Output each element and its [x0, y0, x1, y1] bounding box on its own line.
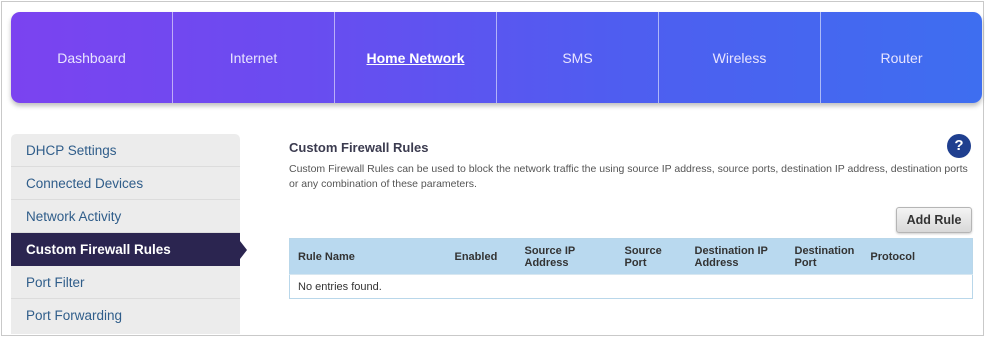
column-header-destination-ip-address: Destination IP Address — [694, 244, 768, 269]
table-row: No entries found. — [289, 274, 973, 299]
page-description: Custom Firewall Rules can be used to blo… — [289, 163, 968, 190]
top-navigation: Dashboard Internet Home Network SMS Wire… — [11, 12, 982, 103]
page-title: Custom Firewall Rules — [289, 140, 429, 155]
column-header-source-port: Source Port — [624, 244, 662, 269]
nav-tab-internet[interactable]: Internet — [173, 12, 335, 103]
column-header-protocol: Protocol — [870, 250, 916, 263]
nav-tab-wireless[interactable]: Wireless — [659, 12, 821, 103]
nav-tab-home-network[interactable]: Home Network — [335, 12, 497, 103]
empty-table-message: No entries found. — [289, 274, 973, 299]
sidebar-item-connected-devices[interactable]: Connected Devices — [11, 167, 240, 200]
sidebar-item-custom-firewall-rules[interactable]: Custom Firewall Rules — [11, 233, 247, 266]
sidebar-item-dhcp-settings[interactable]: DHCP Settings — [11, 134, 240, 167]
column-header-source-ip-address: Source IP Address — [524, 244, 576, 269]
table-header-row: Rule Name Enabled Source IP Address Sour… — [289, 238, 973, 275]
nav-tab-sms[interactable]: SMS — [497, 12, 659, 103]
firewall-rules-table: Rule Name Enabled Source IP Address Sour… — [289, 238, 973, 299]
add-rule-button[interactable]: Add Rule — [896, 207, 972, 233]
nav-tab-router[interactable]: Router — [821, 12, 982, 103]
router-admin-panel: Dashboard Internet Home Network SMS Wire… — [1, 1, 984, 336]
column-header-enabled: Enabled — [454, 250, 498, 263]
column-header-rule-name: Rule Name — [298, 250, 355, 263]
sidebar-item-port-filter[interactable]: Port Filter — [11, 266, 240, 299]
help-icon[interactable]: ? — [947, 134, 971, 158]
column-header-destination-port: Destination Port — [794, 244, 855, 269]
sidebar-item-network-activity[interactable]: Network Activity — [11, 200, 240, 233]
sidebar-item-port-forwarding[interactable]: Port Forwarding — [11, 299, 240, 332]
nav-tab-dashboard[interactable]: Dashboard — [11, 12, 173, 103]
sidebar-menu: DHCP Settings Connected Devices Network … — [11, 134, 247, 334]
